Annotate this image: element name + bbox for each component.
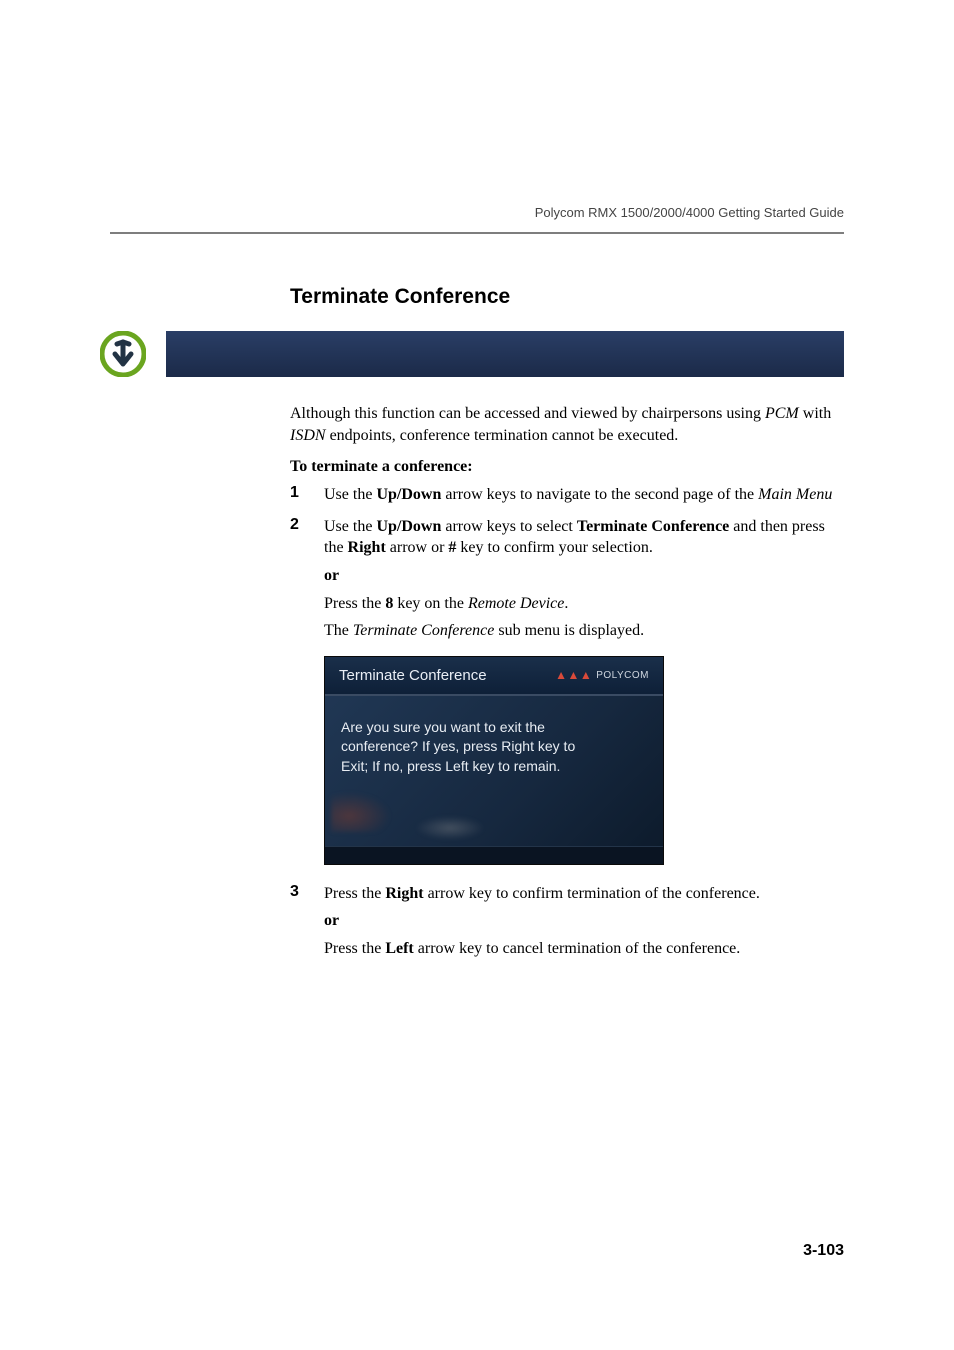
text: arrow keys to navigate to the second pag… bbox=[441, 486, 758, 503]
step-body: Press the Right arrow key to confirm ter… bbox=[324, 883, 844, 960]
text: key on the bbox=[393, 595, 468, 612]
text: sub menu is displayed. bbox=[494, 622, 644, 639]
screenshot-line: Are you sure you want to exit the bbox=[341, 718, 647, 738]
heading-banner bbox=[166, 331, 844, 377]
screenshot-body: Are you sure you want to exit the confer… bbox=[325, 696, 663, 846]
step-1: 1 Use the Up/Down arrow keys to navigate… bbox=[290, 484, 844, 506]
content-area: Terminate Conference Although this funct… bbox=[290, 285, 844, 960]
text: Right bbox=[385, 885, 423, 902]
text: endpoints, conference termination cannot… bbox=[326, 427, 679, 444]
step-body: Use the Up/Down arrow keys to navigate t… bbox=[324, 484, 844, 506]
text: The bbox=[324, 622, 353, 639]
screenshot-artifact bbox=[415, 816, 485, 840]
text: arrow key to cancel termination of the c… bbox=[414, 940, 741, 957]
down-arrow-badge-icon bbox=[100, 331, 146, 377]
text: . bbox=[564, 595, 568, 612]
screenshot-artifact bbox=[331, 792, 391, 832]
text: Terminate Conference bbox=[577, 518, 729, 535]
screenshot-footer bbox=[325, 846, 663, 864]
screenshot-line: conference? If yes, press Right key to bbox=[341, 737, 647, 757]
text: Use the bbox=[324, 518, 376, 535]
text: key to confirm your selection. bbox=[456, 539, 652, 556]
header-rule bbox=[110, 232, 844, 234]
text: Terminate Conference bbox=[353, 622, 494, 639]
text: Remote Device bbox=[468, 595, 564, 612]
logo-text: POLYCOM bbox=[596, 670, 649, 681]
step-3: 3 Press the Right arrow key to confirm t… bbox=[290, 883, 844, 960]
page: Polycom RMX 1500/2000/4000 Getting Start… bbox=[0, 0, 954, 1350]
text: Press the bbox=[324, 595, 385, 612]
step-number: 3 bbox=[290, 883, 324, 960]
text: with bbox=[799, 405, 831, 422]
text: Use the bbox=[324, 486, 376, 503]
running-head: Polycom RMX 1500/2000/4000 Getting Start… bbox=[535, 205, 844, 220]
text: arrow keys to select bbox=[441, 518, 577, 535]
step-number: 2 bbox=[290, 516, 324, 642]
screenshot-title: Terminate Conference bbox=[339, 667, 487, 684]
text: Press the bbox=[324, 885, 385, 902]
screenshot-line: Exit; If no, press Left key to remain. bbox=[341, 757, 647, 777]
step-2: 2 Use the Up/Down arrow keys to select T… bbox=[290, 516, 844, 642]
text-isdn: ISDN bbox=[290, 427, 326, 444]
page-number: 3-103 bbox=[803, 1242, 844, 1260]
text: Up/Down bbox=[376, 486, 441, 503]
icon-banner-row bbox=[100, 331, 844, 377]
text: arrow or bbox=[386, 539, 449, 556]
text: Although this function can be accessed a… bbox=[290, 405, 765, 422]
step-number: 1 bbox=[290, 484, 324, 506]
text: Right bbox=[348, 539, 386, 556]
text: arrow key to confirm termination of the … bbox=[424, 885, 760, 902]
text: Press the bbox=[324, 940, 385, 957]
text: Up/Down bbox=[376, 518, 441, 535]
polycom-logo: ▲▲▲ POLYCOM bbox=[555, 669, 649, 681]
section-heading: Terminate Conference bbox=[290, 285, 844, 309]
text: Main Menu bbox=[758, 486, 832, 503]
intro-paragraph: Although this function can be accessed a… bbox=[290, 403, 844, 446]
logo-triangle-icon: ▲▲▲ bbox=[555, 669, 592, 681]
terminate-conference-screenshot: Terminate Conference ▲▲▲ POLYCOM Are you… bbox=[324, 656, 664, 865]
or-label: or bbox=[324, 910, 844, 932]
text: Left bbox=[385, 940, 413, 957]
step-body: Use the Up/Down arrow keys to select Ter… bbox=[324, 516, 844, 642]
screenshot-header: Terminate Conference ▲▲▲ POLYCOM bbox=[325, 657, 663, 694]
text-pcm: PCM bbox=[765, 405, 799, 422]
procedure-title: To terminate a conference: bbox=[290, 458, 844, 476]
or-label: or bbox=[324, 565, 844, 587]
